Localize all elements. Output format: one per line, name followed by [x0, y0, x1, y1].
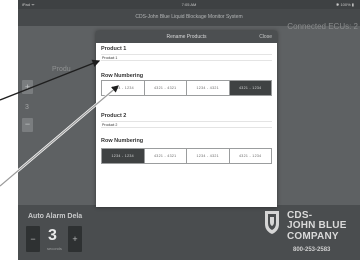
product-count-value: 3	[25, 104, 29, 111]
close-button[interactable]: Close	[259, 31, 272, 43]
battery-indicator: ✱ 100% ▮	[335, 2, 354, 7]
dialog-header: Rename Products Close	[96, 31, 277, 43]
logo-phone-number: 800-253-2583	[293, 247, 331, 253]
row-numbering-option[interactable]: 1234 - 4321	[187, 81, 230, 95]
product-2-title: Product 2	[101, 113, 127, 119]
logo-text-line3: COMPANY	[287, 231, 339, 242]
auto-alarm-label: Auto Alarm Dela	[28, 213, 83, 220]
logo-text-line2: JOHN BLUE	[287, 220, 347, 231]
status-time: 7:05 AM	[181, 2, 197, 7]
row-numbering-option[interactable]: 1234 - 1234	[102, 81, 145, 95]
connected-ecus-count: Connected ECUs: 2	[287, 22, 358, 31]
product-1-name-input[interactable]: Product 1	[101, 54, 272, 61]
cds-john-blue-logo: CDS- JOHN BLUE COMPANY 800-253-2583	[261, 207, 360, 260]
product-2-row-numbering-control: 1234 - 1234 4321 - 4321 1234 - 4321 4321…	[101, 148, 272, 164]
product-section-label: Produ	[52, 66, 71, 73]
row-numbering-option[interactable]: 4321 - 1234	[229, 81, 271, 95]
product-2-row-numbering-label: Row Numbering	[101, 138, 144, 144]
product-2-name-input[interactable]: Product 2	[101, 121, 272, 128]
screenshot-frame: iPad ᯤ 7:05 AM ✱ 100% ▮ CDS-John Blue Li…	[0, 0, 360, 260]
alarm-delay-unit: seconds	[47, 246, 62, 251]
row-numbering-option[interactable]: 4321 - 4321	[145, 81, 187, 95]
product-1-row-numbering-control: 1234 - 1234 4321 - 4321 1234 - 4321 4321…	[101, 80, 272, 96]
row-numbering-option[interactable]: 4321 - 1234	[230, 149, 272, 163]
alarm-delay-increment-button[interactable]: +	[68, 226, 82, 252]
alarm-delay-value: 3	[48, 227, 57, 244]
product-1-row-numbering-label: Row Numbering	[101, 73, 144, 79]
row-numbering-option[interactable]: 1234 - 4321	[187, 149, 230, 163]
logo-mark-icon	[265, 211, 279, 234]
alarm-delay-decrement-button[interactable]: −	[26, 226, 40, 252]
increment-button[interactable]: +	[22, 80, 33, 94]
decrement-button[interactable]: −	[22, 118, 33, 132]
dialog-title: Rename Products	[166, 34, 207, 40]
rename-products-dialog: Rename Products Close Product 1 Product …	[96, 31, 277, 207]
row-numbering-option[interactable]: 4321 - 4321	[145, 149, 187, 163]
product-1-title: Product 1	[101, 46, 127, 52]
row-numbering-option[interactable]: 1234 - 1234	[102, 149, 145, 163]
status-bar: iPad ᯤ 7:05 AM ✱ 100% ▮	[18, 0, 360, 9]
